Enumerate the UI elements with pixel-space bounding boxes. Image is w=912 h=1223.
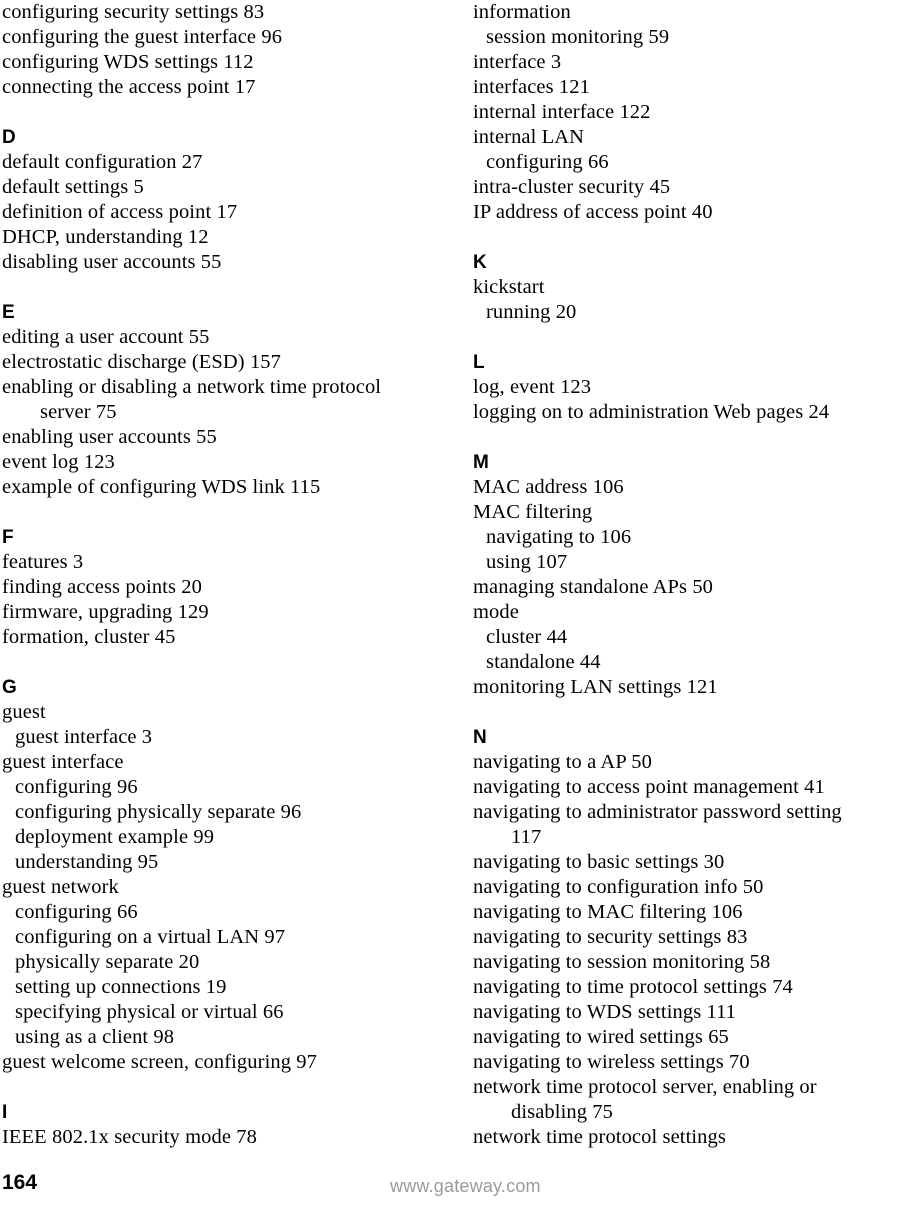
index-entry: logging on to administration Web pages 2…: [473, 401, 830, 423]
index-section-letter: N: [473, 727, 487, 748]
index-entry-continuation: server 75: [40, 401, 117, 423]
index-subentry: navigating to 106: [486, 526, 632, 548]
index-section-letter: F: [2, 527, 14, 548]
index-entry: navigating to access point management 41: [473, 776, 825, 798]
index-entry: definition of access point 17: [2, 201, 238, 223]
index-subentry: session monitoring 59: [486, 26, 670, 48]
index-subentry: cluster 44: [486, 626, 568, 648]
index-entry: firmware, upgrading 129: [2, 601, 209, 623]
index-entry: log, event 123: [473, 376, 592, 398]
index-entry-continuation: disabling 75: [511, 1101, 613, 1123]
page-number: 164: [2, 1171, 38, 1194]
index-subentry: setting up connections 19: [15, 976, 227, 998]
index-entry: navigating to MAC filtering 106: [473, 901, 743, 923]
index-entry: navigating to wireless settings 70: [473, 1051, 750, 1073]
index-entry: default configuration 27: [2, 151, 203, 173]
index-entry: navigating to configuration info 50: [473, 876, 764, 898]
index-entry: connecting the access point 17: [2, 76, 256, 98]
index-entry: default settings 5: [2, 176, 144, 198]
index-entry: disabling user accounts 55: [2, 251, 222, 273]
index-entry: network time protocol server, enabling o…: [473, 1076, 817, 1098]
index-subentry: understanding 95: [15, 851, 159, 873]
index-section-letter: M: [473, 452, 489, 473]
index-entry: guest welcome screen, configuring 97: [2, 1051, 317, 1073]
index-entry: editing a user account 55: [2, 326, 210, 348]
index-entry: guest interface: [2, 751, 124, 773]
index-entry: navigating to basic settings 30: [473, 851, 725, 873]
index-section-letter: K: [473, 252, 487, 273]
site-url: www.gateway.com: [390, 1176, 541, 1196]
index-section-letter: L: [473, 352, 485, 373]
index-entry: interface 3: [473, 51, 562, 73]
index-subentry: configuring on a virtual LAN 97: [15, 926, 286, 948]
index-entry: network time protocol settings: [473, 1126, 726, 1148]
index-entry: MAC address 106: [473, 476, 624, 498]
index-entry: formation, cluster 45: [2, 626, 176, 648]
index-entry: configuring the guest interface 96: [2, 26, 283, 48]
index-entry: finding access points 20: [2, 576, 202, 598]
index-subentry: standalone 44: [486, 651, 601, 673]
index-entry: enabling or disabling a network time pro…: [2, 376, 382, 398]
index-entry: navigating to administrator password set…: [473, 801, 842, 823]
index-entry: event log 123: [2, 451, 115, 473]
index-entry: IEEE 802.1x security mode 78: [2, 1126, 258, 1148]
index-section-letter: I: [2, 1102, 8, 1123]
index-entry: monitoring LAN settings 121: [473, 676, 718, 698]
index-entry: intra-cluster security 45: [473, 176, 671, 198]
page-footer: 164 www.gateway.com: [0, 1163, 912, 1223]
index-entry-continuation: 117: [511, 826, 542, 848]
index-entry: IP address of access point 40: [473, 201, 713, 223]
index-columns: configuring security settings 83 configur…: [0, 0, 912, 1160]
index-page: configuring security settings 83 configur…: [0, 0, 912, 1223]
index-entry: navigating to a AP 50: [473, 751, 652, 773]
index-entry: kickstart: [473, 276, 545, 298]
index-entry: enabling user accounts 55: [2, 426, 217, 448]
index-section-letter: E: [2, 302, 15, 323]
index-subentry: using as a client 98: [15, 1026, 175, 1048]
index-entry: example of configuring WDS link 115: [2, 476, 321, 498]
index-subentry: deployment example 99: [15, 826, 215, 848]
index-entry: navigating to time protocol settings 74: [473, 976, 793, 998]
index-entry: information: [473, 1, 571, 23]
index-subentry: configuring 96: [15, 776, 138, 798]
index-section-letter: G: [2, 677, 17, 698]
index-subentry: specifying physical or virtual 66: [15, 1001, 284, 1023]
index-entry: managing standalone APs 50: [473, 576, 714, 598]
index-entry: navigating to WDS settings 111: [473, 1001, 737, 1023]
index-subentry: configuring 66: [486, 151, 609, 173]
index-column-left: configuring security settings 83 configur…: [2, 0, 454, 1150]
index-subentry: configuring 66: [15, 901, 138, 923]
index-entry: DHCP, understanding 12: [2, 226, 209, 248]
index-subentry: guest interface 3: [15, 726, 153, 748]
index-entry: interfaces 121: [473, 76, 590, 98]
index-section-letter: D: [2, 127, 16, 148]
index-entry: guest network: [2, 876, 119, 898]
index-entry: guest: [2, 701, 46, 723]
index-column-right: information session monitoring 59 interfac…: [473, 0, 912, 1150]
index-subentry: physically separate 20: [15, 951, 200, 973]
index-subentry: using 107: [486, 551, 568, 573]
index-entry: internal interface 122: [473, 101, 651, 123]
index-subentry: configuring physically separate 96: [15, 801, 302, 823]
index-entry: internal LAN: [473, 126, 585, 148]
index-entry: configuring security settings 83: [2, 1, 265, 23]
index-entry: navigating to wired settings 65: [473, 1026, 729, 1048]
index-entry: MAC filtering: [473, 501, 593, 523]
index-subentry: running 20: [486, 301, 577, 323]
index-entry: mode: [473, 601, 519, 623]
index-entry: features 3: [2, 551, 84, 573]
index-entry: navigating to session monitoring 58: [473, 951, 771, 973]
index-entry: navigating to security settings 83: [473, 926, 748, 948]
index-entry: electrostatic discharge (ESD) 157: [2, 351, 282, 373]
index-entry: configuring WDS settings 112: [2, 51, 254, 73]
